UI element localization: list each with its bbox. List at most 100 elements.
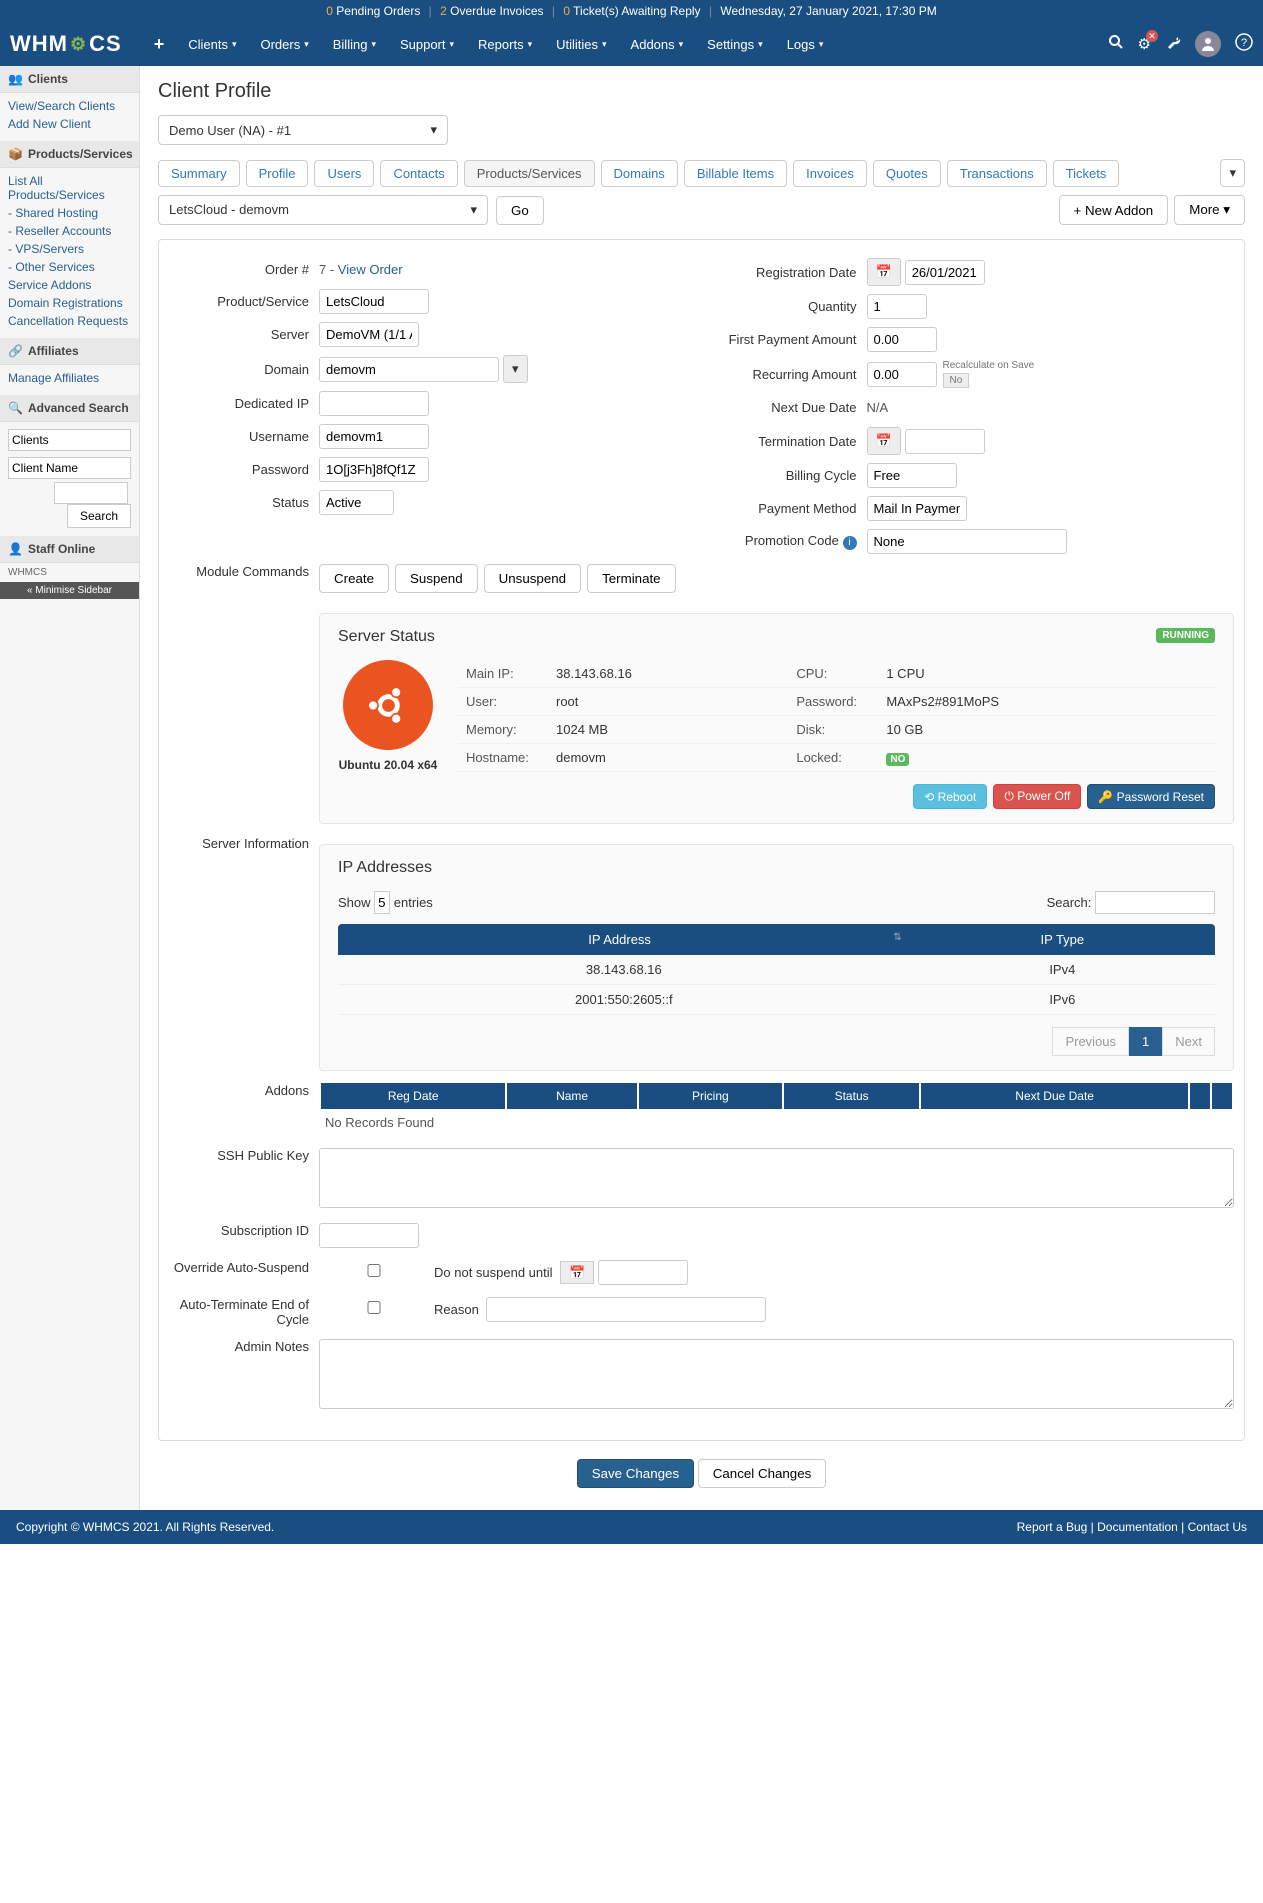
nav-orders[interactable]: Orders ▾ [248,25,320,64]
logo[interactable]: WHM⚙CS [10,31,142,57]
save-button[interactable]: Save Changes [577,1459,694,1488]
billcycle-select[interactable]: Free [867,463,957,488]
wrench-icon[interactable] [1165,34,1181,54]
new-addon-button[interactable]: + New Addon [1059,195,1169,225]
tab-domains[interactable]: Domains [601,160,678,187]
termdate-input[interactable] [905,429,985,454]
go-button[interactable]: Go [496,196,544,225]
sidebar-link[interactable]: Cancellation Requests [8,312,131,330]
nav-settings[interactable]: Settings ▾ [695,25,775,64]
recur-input[interactable] [867,362,937,387]
sidebar-link[interactable]: Manage Affiliates [8,369,131,387]
tab-overflow[interactable]: ▾ [1220,159,1245,187]
create-button[interactable]: Create [319,564,389,593]
sidebar-link[interactable]: Service Addons [8,276,131,294]
sidebar-link[interactable]: Domain Registrations [8,294,131,312]
cancel-button[interactable]: Cancel Changes [698,1459,827,1488]
promo-select[interactable]: None [867,529,1067,554]
settings-icon[interactable]: ⚙✕ [1138,35,1151,53]
tab-contacts[interactable]: Contacts [380,160,457,187]
sidebar-link[interactable]: - Shared Hosting [8,204,131,222]
nav-support[interactable]: Support ▾ [388,25,466,64]
more-button[interactable]: More ▾ [1174,195,1245,225]
calendar-icon[interactable]: 📅 [867,258,901,286]
tab-transactions[interactable]: Transactions [947,160,1047,187]
ip-col-header[interactable]: IP Address⇅ [338,924,910,955]
client-selector[interactable]: Demo User (NA) - #1 ▾ [158,115,448,145]
search-icon[interactable] [1108,34,1124,54]
product-select-field[interactable]: LetsCloud [319,289,429,314]
reboot-button[interactable]: ⟲ Reboot [913,784,987,809]
quantity-input[interactable] [867,294,927,319]
sidebar-link[interactable]: Add New Client [8,115,131,133]
product-select[interactable]: LetsCloud - demovm ▾ [158,195,488,225]
page-1[interactable]: 1 [1129,1027,1162,1056]
search-button[interactable]: Search [67,504,131,528]
search-type-select[interactable]: Clients [8,429,131,451]
quick-add[interactable]: + [142,22,177,67]
nav-addons[interactable]: Addons ▾ [619,25,696,64]
tab-productsservices[interactable]: Products/Services [464,160,595,187]
username-input[interactable] [319,424,429,449]
footer-link[interactable]: Documentation [1097,1520,1178,1534]
help-icon[interactable]: ? [1235,33,1253,55]
sidebar-link[interactable]: View/Search Clients [8,97,131,115]
autoterm-reason[interactable] [486,1297,766,1322]
minimise-sidebar[interactable]: « Minimise Sidebar [0,582,139,599]
tab-quotes[interactable]: Quotes [873,160,941,187]
unsuspend-button[interactable]: Unsuspend [484,564,581,593]
entries-select[interactable]: 5 [374,891,390,914]
next-page[interactable]: Next [1162,1027,1215,1056]
avatar[interactable] [1195,31,1221,57]
footer-link[interactable]: Contact Us [1188,1520,1247,1534]
view-order-link[interactable]: View Order [338,262,403,277]
tab-users[interactable]: Users [314,160,374,187]
paymethod-select[interactable]: Mail In Payment [867,496,967,521]
suspend-button[interactable]: Suspend [395,564,478,593]
domain-dropdown[interactable]: ▾ [503,355,528,383]
sidebar-link[interactable]: - VPS/Servers [8,240,131,258]
tab-summary[interactable]: Summary [158,160,240,187]
footer-link[interactable]: Report a Bug [1017,1520,1088,1534]
tab-invoices[interactable]: Invoices [793,160,867,187]
subscription-id-input[interactable] [319,1223,419,1248]
box-icon: 📦 [8,147,23,161]
calendar-icon[interactable]: 📅 [867,427,901,455]
status-select[interactable]: Active [319,490,394,515]
nav-reports[interactable]: Reports ▾ [466,25,544,64]
ssh-key-textarea[interactable] [319,1148,1234,1208]
search-input[interactable] [54,482,128,504]
firstpay-input[interactable] [867,327,937,352]
terminate-button[interactable]: Terminate [587,564,676,593]
nav-logs[interactable]: Logs ▾ [775,25,836,64]
poweroff-button[interactable]: ⏻ Power Off [993,784,1081,809]
ip-search-input[interactable] [1095,891,1215,914]
tab-tickets[interactable]: Tickets [1053,160,1120,187]
autoterm-checkbox[interactable] [319,1301,429,1314]
server-select[interactable]: DemoVM (1/1 Accounts) [319,322,419,347]
sidebar-link[interactable]: - Reseller Accounts [8,222,131,240]
regdate-input[interactable] [905,260,985,285]
override-checkbox[interactable] [319,1264,429,1277]
tab-billableitems[interactable]: Billable Items [684,160,787,187]
prev-page[interactable]: Previous [1052,1027,1129,1056]
ip-col-header[interactable]: IP Type [910,924,1215,955]
caret-down-icon: ▾ [1223,202,1230,217]
password-input[interactable] [319,457,429,482]
admin-notes-textarea[interactable] [319,1339,1234,1409]
svg-text:?: ? [1241,37,1247,49]
nav-billing[interactable]: Billing ▾ [321,25,388,64]
domain-input[interactable] [319,357,499,382]
calendar-icon[interactable]: 📅 [560,1261,594,1284]
nav-utilities[interactable]: Utilities ▾ [544,25,618,64]
override-date[interactable] [598,1260,688,1285]
dedicated-ip-input[interactable] [319,391,429,416]
sidebar-link[interactable]: - Other Services [8,258,131,276]
info-icon[interactable]: i [843,536,857,550]
password-reset-button[interactable]: 🔑 Password Reset [1087,784,1215,809]
sidebar-link[interactable]: List All Products/Services [8,172,131,204]
tab-profile[interactable]: Profile [246,160,309,187]
search-field-select[interactable]: Client Name [8,457,131,479]
nav-clients[interactable]: Clients ▾ [176,25,248,64]
recalc-no[interactable]: No [943,373,970,388]
